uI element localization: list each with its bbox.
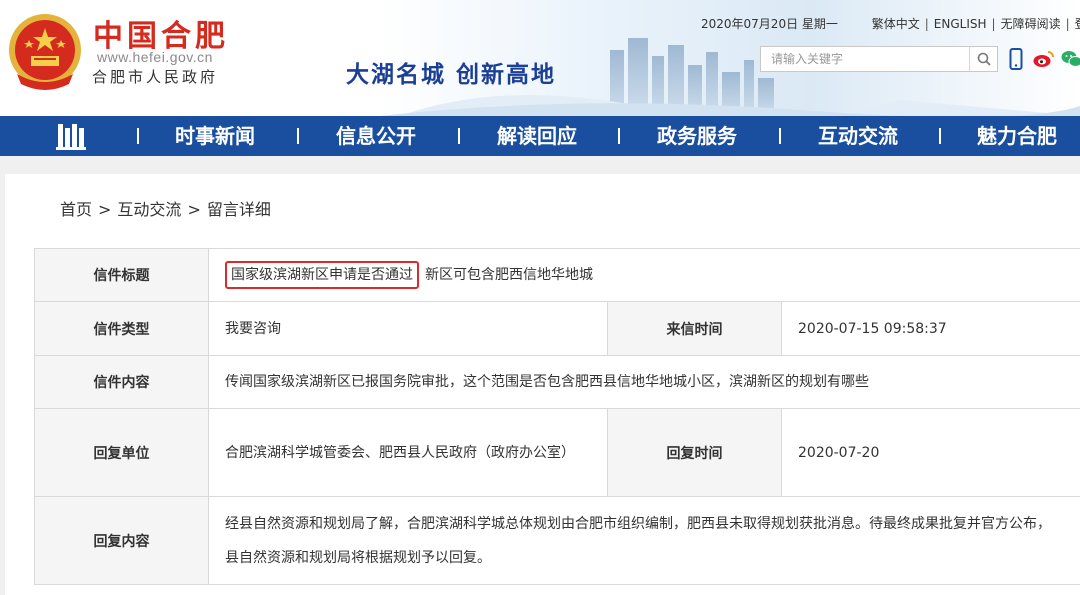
- site-url: www.hefei.gov.cn: [97, 49, 213, 65]
- nav-item-interpretation[interactable]: 解读回应: [497, 116, 577, 156]
- type-label: 信件类型: [34, 301, 209, 356]
- slogan: 大湖名城 创新高地: [346, 61, 557, 88]
- content-panel: 首页 > 互动交流 > 留言详细 信件标题 国家级滨湖新区申请是否通过 新区可包含肥西信地…: [5, 174, 1080, 595]
- nav-item-info-disclosure[interactable]: 信息公开: [336, 116, 416, 156]
- link-login[interactable]: 登: [1075, 17, 1080, 31]
- table-row: 回复单位 合肥滨湖科学城管委会、肥西县人民政府（政府办公室） 回复时间 2020…: [34, 408, 1080, 497]
- table-row: 回复内容 经县自然资源和规划局了解，合肥滨湖科学城总体规划由合肥市组织编制，肥西…: [34, 496, 1080, 585]
- nav-item-charm-hefei[interactable]: 魅力合肥: [977, 116, 1057, 156]
- search-input[interactable]: [761, 47, 969, 71]
- nav-item-interaction[interactable]: 互动交流: [818, 116, 898, 156]
- nav-divider: [779, 128, 781, 144]
- wechat-icon[interactable]: [1061, 46, 1080, 72]
- link-traditional-chinese[interactable]: 繁体中文: [872, 17, 920, 31]
- site-header: 中国合肥 www.hefei.gov.cn 合肥市人民政府 大湖名城 创新高地 …: [0, 0, 1080, 116]
- breadcrumb-separator: >: [187, 200, 201, 219]
- org-name: 合肥市人民政府: [92, 68, 219, 86]
- link-accessible-reading[interactable]: 无障碍阅读: [1001, 17, 1061, 31]
- reply-content-label: 回复内容: [34, 496, 209, 585]
- search-box: [760, 46, 998, 72]
- main-nav: 时事新闻 信息公开 解读回应 政务服务 互动交流 魅力合肥: [0, 116, 1080, 156]
- nav-divider: [939, 128, 941, 144]
- breadcrumb-home[interactable]: 首页: [60, 200, 92, 219]
- breadcrumb-separator: >: [98, 200, 112, 219]
- content-value: 传闻国家级滨湖新区已报国务院审批，这个范围是否包含肥西县信地华地城小区，滨湖新区…: [207, 355, 1080, 409]
- type-value: 我要咨询: [208, 301, 608, 356]
- home-icon[interactable]: [56, 122, 88, 150]
- table-row: 信件类型 我要咨询 来信时间 2020-07-15 09:58:37: [34, 301, 1080, 356]
- breadcrumb: 首页 > 互动交流 > 留言详细: [60, 196, 271, 220]
- current-date: 2020年07月20日 星期一: [701, 17, 838, 31]
- message-detail-table: 信件标题 国家级滨湖新区申请是否通过 新区可包含肥西信地华地城 信件类型 我要咨询…: [34, 248, 1080, 585]
- breadcrumb-interaction[interactable]: 互动交流: [117, 200, 181, 219]
- nav-divider: [618, 128, 620, 144]
- reply-time-label: 回复时间: [607, 408, 782, 497]
- mobile-icon[interactable]: [1005, 46, 1027, 72]
- title-value: 国家级滨湖新区申请是否通过 新区可包含肥西信地华地城: [207, 248, 1080, 302]
- title-rest: 新区可包含肥西信地华地城: [425, 267, 593, 283]
- table-row: 信件标题 国家级滨湖新区申请是否通过 新区可包含肥西信地华地城: [34, 248, 1080, 302]
- content-label: 信件内容: [34, 355, 209, 409]
- search-icon: [977, 52, 991, 66]
- nav-divider: [137, 128, 139, 144]
- reply-unit-value: 合肥滨湖科学城管委会、肥西县人民政府（政府办公室）: [208, 408, 608, 497]
- national-emblem-icon: [9, 14, 81, 90]
- link-english[interactable]: ENGLISH: [934, 17, 987, 31]
- social-icons: [1005, 46, 1080, 72]
- search-button[interactable]: [969, 47, 997, 71]
- weibo-icon[interactable]: [1033, 46, 1055, 72]
- nav-item-gov-services[interactable]: 政务服务: [657, 116, 737, 156]
- breadcrumb-current: 留言详细: [206, 200, 271, 219]
- send-time-value: 2020-07-15 09:58:37: [780, 301, 1080, 356]
- nav-divider: [458, 128, 460, 144]
- top-bar: 2020年07月20日 星期一 繁体中文|ENGLISH|无障碍阅读|登: [701, 15, 1080, 32]
- title-highlight: 国家级滨湖新区申请是否通过: [225, 261, 419, 289]
- reply-time-value: 2020-07-20: [780, 408, 1080, 497]
- reply-unit-label: 回复单位: [34, 408, 209, 497]
- nav-divider: [297, 128, 299, 144]
- reply-content-value: 经县自然资源和规划局了解，合肥滨湖科学城总体规划由合肥市组织编制，肥西县未取得规…: [207, 496, 1080, 585]
- table-row: 信件内容 传闻国家级滨湖新区已报国务院审批，这个范围是否包含肥西县信地华地城小区…: [34, 355, 1080, 409]
- send-time-label: 来信时间: [607, 301, 782, 356]
- nav-item-news[interactable]: 时事新闻: [175, 116, 255, 156]
- title-label: 信件标题: [34, 248, 209, 302]
